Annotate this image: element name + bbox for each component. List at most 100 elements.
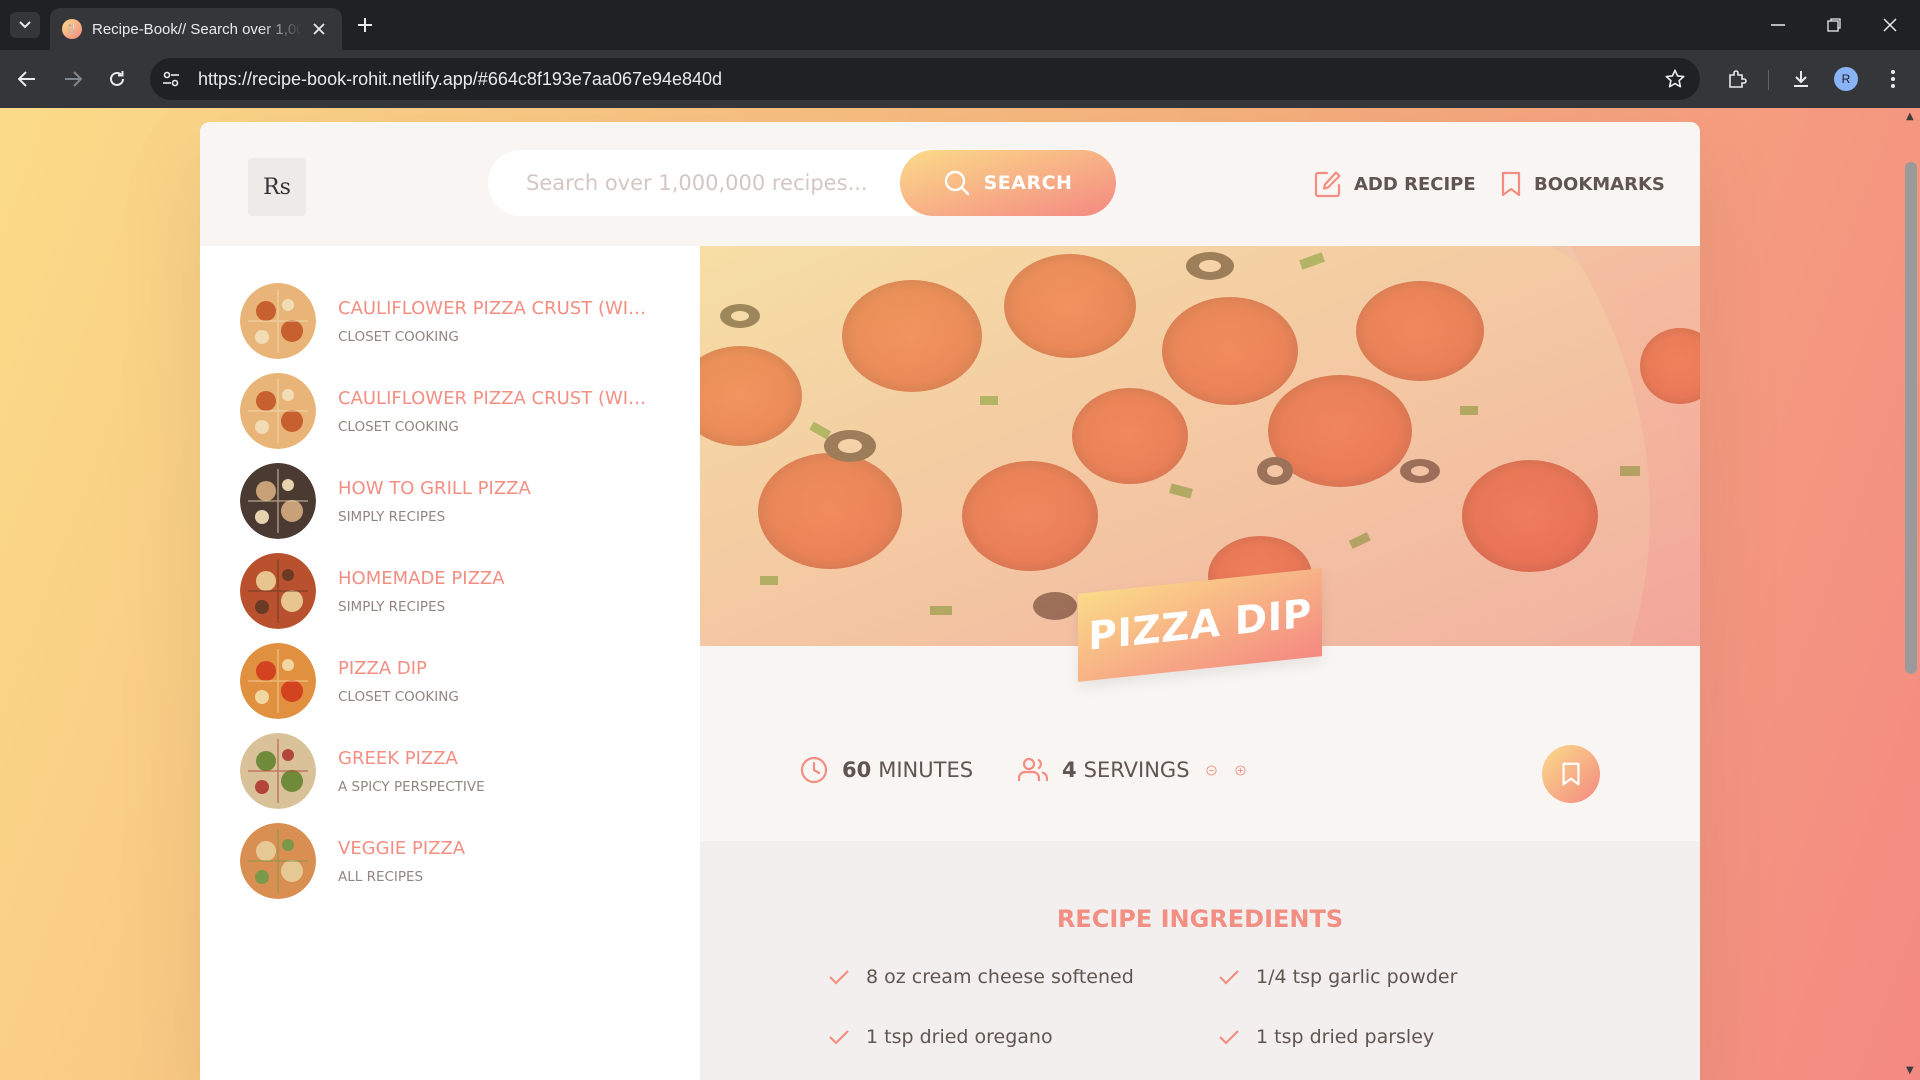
result-thumbnail: [240, 283, 316, 359]
result-text: Pizza Dip Closet Cooking: [338, 658, 459, 705]
cooking-time-unit: MINUTES: [878, 758, 974, 782]
ingredient-text: 1 tsp dried oregano: [866, 1026, 1053, 1048]
minus-circle-icon: [1206, 764, 1217, 776]
ingredient-text: 1 tsp dried parsley: [1256, 1026, 1435, 1048]
close-window-icon[interactable]: [1862, 0, 1918, 50]
forward-arrow-icon[interactable]: [58, 64, 88, 94]
reload-icon[interactable]: [102, 64, 132, 94]
site-settings-icon[interactable]: [156, 64, 186, 94]
bookmark-icon: [1501, 171, 1521, 197]
check-icon: [1219, 970, 1239, 985]
ingredients-heading: Recipe Ingredients: [1056, 905, 1344, 933]
downloads-icon[interactable]: [1786, 64, 1816, 94]
result-title: Homemade Pizza: [338, 567, 505, 589]
result-text: Cauliflower Pizza Crust (with BBQ Chicke…: [338, 388, 656, 435]
result-text: Cauliflower Pizza Crust (with BBQ Chicke…: [338, 298, 656, 345]
bookmark-icon: [1562, 762, 1580, 786]
extensions-puzzle-icon[interactable]: [1722, 64, 1752, 94]
new-tab-plus-icon[interactable]: [352, 12, 378, 38]
scrollbar-thumb[interactable]: [1905, 162, 1917, 674]
ingredient-text: 8 oz cream cheese softened: [866, 966, 1134, 988]
cooking-time-value: 60: [842, 758, 872, 782]
search-button[interactable]: SEARCH: [900, 150, 1116, 216]
search-input[interactable]: [526, 171, 886, 195]
search-button-label: SEARCH: [983, 172, 1073, 194]
tab-close-icon[interactable]: [308, 18, 330, 40]
result-title: Cauliflower Pizza Crust (with BBQ Chicke…: [338, 387, 656, 409]
result-thumbnail: [240, 373, 316, 449]
add-recipe-button[interactable]: ADD RECIPE: [1314, 166, 1476, 202]
result-publisher: A Spicy Perspective: [338, 778, 485, 795]
toolbar-divider: [1768, 70, 1769, 90]
users-icon: [1018, 757, 1048, 781]
result-text: Greek Pizza A Spicy Perspective: [338, 748, 485, 795]
ingredient-item: 1 tsp dried parsley: [1218, 1026, 1434, 1048]
page-viewport: Rs SEARCH ADD RECIPE BOOKMARKS Cauliflow…: [0, 108, 1920, 1080]
result-thumbnail: [240, 733, 316, 809]
cooking-time: 60 MINUTES: [800, 752, 973, 788]
add-recipe-label: ADD RECIPE: [1354, 173, 1476, 195]
restore-icon[interactable]: [1806, 0, 1862, 50]
result-publisher: Closet Cooking: [338, 418, 459, 435]
plus-circle-icon: [1235, 764, 1246, 776]
address-bar[interactable]: https://recipe-book-rohit.netlify.app/#6…: [150, 58, 1700, 100]
favicon-icon: 🍴: [62, 19, 82, 39]
result-title: Cauliflower Pizza Crust (with BBQ Chicke…: [338, 297, 656, 319]
result-thumbnail: [240, 553, 316, 629]
bookmark-star-icon[interactable]: [1664, 68, 1686, 94]
servings-unit: SERVINGS: [1083, 758, 1190, 782]
servings-value: 4: [1062, 758, 1077, 782]
logo[interactable]: Rs: [248, 158, 306, 216]
edit-icon: [1314, 171, 1341, 198]
bookmark-recipe-button[interactable]: [1542, 745, 1600, 803]
result-publisher: All Recipes: [338, 868, 424, 885]
check-icon: [1219, 1030, 1239, 1045]
result-text: Homemade Pizza Simply Recipes: [338, 568, 505, 615]
page-scrollbar[interactable]: ▲ ▼: [1902, 108, 1920, 1080]
decrease-servings-button[interactable]: [1206, 758, 1231, 783]
result-thumbnail: [240, 643, 316, 719]
ingredient-text: 1/4 tsp garlic powder: [1256, 966, 1458, 988]
result-publisher: Closet Cooking: [338, 328, 459, 345]
result-title: How to Grill Pizza: [338, 477, 531, 499]
result-title: Pizza Dip: [338, 657, 427, 679]
minimize-icon[interactable]: [1750, 0, 1806, 50]
recipe-view: Pizza Dip 60 MINUTES 4 SERVINGS: [700, 246, 1700, 1080]
url-text: https://recipe-book-rohit.netlify.app/#6…: [198, 68, 723, 89]
ingredient-item: 8 oz cream cheese softened: [828, 966, 1134, 988]
bookmarks-label: BOOKMARKS: [1534, 173, 1665, 195]
result-thumbnail: [240, 463, 316, 539]
servings-stepper: [1206, 758, 1264, 783]
bookmarks-button[interactable]: BOOKMARKS: [1500, 166, 1665, 202]
increase-servings-button[interactable]: [1235, 758, 1260, 783]
tab-title: Recipe-Book// Search over 1,000,000 reci…: [92, 20, 302, 38]
result-thumbnail: [240, 823, 316, 899]
result-publisher: Closet Cooking: [338, 688, 459, 705]
browser-tab-bar: 🍴 Recipe-Book// Search over 1,000,000 re…: [0, 0, 1920, 50]
result-title: Greek Pizza: [338, 747, 458, 769]
result-publisher: Simply Recipes: [338, 598, 446, 615]
recipe-title: Pizza Dip: [1088, 590, 1312, 660]
browser-menu-icon[interactable]: [1878, 64, 1908, 94]
result-text: How to Grill Pizza Simply Recipes: [338, 478, 531, 525]
profile-avatar[interactable]: R: [1834, 67, 1858, 91]
servings: 4 SERVINGS: [1018, 752, 1264, 788]
recipe-details: 60 MINUTES 4 SERVINGS: [700, 646, 1700, 841]
result-publisher: Simply Recipes: [338, 508, 446, 525]
check-icon: [829, 970, 849, 985]
scroll-down-arrow-icon[interactable]: ▼: [1906, 1066, 1916, 1076]
result-item[interactable]: Veggie Pizza All Recipes: [240, 806, 680, 916]
app-header: Rs SEARCH ADD RECIPE BOOKMARKS: [200, 122, 1700, 246]
app-container: Rs SEARCH ADD RECIPE BOOKMARKS Cauliflow…: [200, 122, 1700, 1080]
tab-search-chevron-icon[interactable]: [10, 12, 40, 38]
search-icon: [944, 170, 969, 196]
ingredient-item: 1 tsp dried oregano: [828, 1026, 1053, 1048]
clock-icon: [800, 756, 828, 784]
recipe-ingredients: Recipe Ingredients 8 oz cream cheese sof…: [700, 841, 1700, 1080]
back-arrow-icon[interactable]: [12, 64, 42, 94]
browser-tab[interactable]: 🍴 Recipe-Book// Search over 1,000,000 re…: [50, 8, 342, 50]
search-results: Cauliflower Pizza Crust (with BBQ Chicke…: [200, 246, 700, 1080]
result-title: Veggie Pizza: [338, 837, 466, 859]
browser-toolbar: https://recipe-book-rohit.netlify.app/#6…: [0, 50, 1920, 108]
scroll-up-arrow-icon[interactable]: ▲: [1906, 112, 1916, 122]
